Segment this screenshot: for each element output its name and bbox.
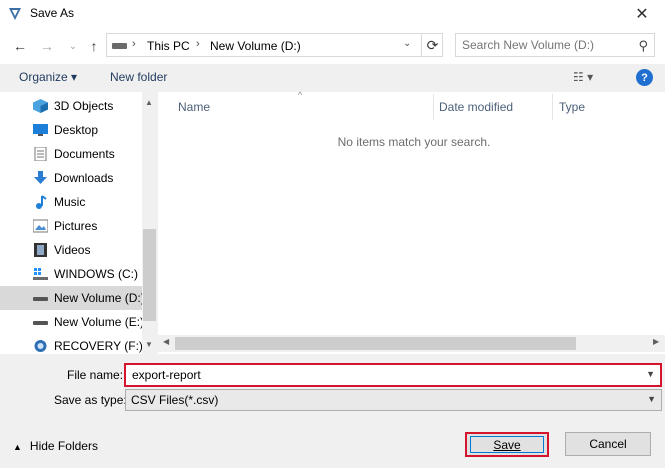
organize-button[interactable]: Organize ▾ <box>19 70 77 84</box>
sidebar-item-3d-objects[interactable]: 3D Objects <box>0 94 142 118</box>
sidebar-item-documents[interactable]: Documents <box>0 142 142 166</box>
address-bar[interactable]: › This PC › New Volume (D:) ⌄ <box>106 33 443 57</box>
desktop-icon <box>33 124 48 136</box>
scrollbar-thumb[interactable] <box>175 337 576 350</box>
file-list: ^ Name Date modified Type No items match… <box>158 90 665 354</box>
recovery-drive-icon <box>34 340 47 352</box>
recent-locations-button[interactable]: ⌄ <box>63 37 83 55</box>
sidebar-item-windows-c[interactable]: WINDOWS (C:) <box>0 262 142 286</box>
search-input[interactable] <box>462 37 628 53</box>
navigation-pane-scrollbar[interactable]: ▲ ▼ <box>142 92 157 354</box>
close-icon: ✕ <box>635 6 649 23</box>
scroll-up-icon[interactable]: ▲ <box>145 98 153 107</box>
breadcrumb-new-volume-d[interactable]: New Volume (D:) <box>210 39 301 53</box>
column-divider[interactable] <box>552 94 553 120</box>
save-button[interactable]: Save <box>465 432 549 457</box>
back-arrow-icon: ← <box>13 38 27 54</box>
sidebar-item-label: Music <box>54 195 86 209</box>
close-button[interactable]: ✕ <box>619 0 665 28</box>
app-icon <box>9 8 21 20</box>
sidebar-item-label: WINDOWS (C:) <box>54 267 138 281</box>
up-button[interactable]: ↑ <box>84 37 104 55</box>
music-icon <box>36 195 47 209</box>
save-as-type-select[interactable]: CSV Files(*.csv) ▼ <box>125 389 662 411</box>
sidebar-item-label: Documents <box>54 147 115 161</box>
breadcrumb-separator-icon: › <box>196 38 200 50</box>
documents-icon <box>34 147 47 161</box>
column-header-date-modified[interactable]: Date modified <box>439 100 513 114</box>
scrollbar-thumb[interactable] <box>143 229 156 321</box>
chevron-down-icon[interactable]: ▼ <box>646 369 655 379</box>
sidebar-item-label: Downloads <box>54 171 114 185</box>
file-name-input[interactable] <box>132 368 622 382</box>
sidebar-item-new-volume-e[interactable]: New Volume (E:) <box>0 310 142 334</box>
sidebar-item-label: Pictures <box>54 219 98 233</box>
forward-arrow-icon: → <box>40 38 54 54</box>
sidebar-item-downloads[interactable]: Downloads <box>0 166 142 190</box>
navigation-bar: ← → ⌄ ↑ › This PC › New Volume (D:) ⌄ ⟳ … <box>0 28 665 64</box>
sidebar-item-music[interactable]: Music <box>0 190 142 214</box>
breadcrumb-this-pc[interactable]: This PC <box>147 39 190 53</box>
up-arrow-icon: ↑ <box>90 38 98 54</box>
sidebar-item-recovery-f[interactable]: RECOVERY (F:) <box>0 334 142 354</box>
pictures-icon <box>33 219 48 233</box>
search-box[interactable]: ⚲ <box>455 33 655 57</box>
hide-folders-button[interactable]: ▲ Hide Folders <box>13 439 98 453</box>
sidebar-item-pictures[interactable]: Pictures <box>0 214 142 238</box>
empty-state-message: No items match your search. <box>337 135 491 149</box>
sidebar-item-label: Videos <box>54 243 91 257</box>
windows-drive-icon <box>33 268 48 280</box>
file-name-label: File name: <box>67 368 124 382</box>
column-header-name[interactable]: Name <box>178 100 210 114</box>
scroll-right-icon[interactable]: ▶ <box>653 337 659 346</box>
drive-icon <box>33 297 48 301</box>
drive-icon <box>33 321 48 325</box>
file-list-horizontal-scrollbar[interactable]: ◀ ▶ <box>158 335 665 352</box>
help-icon[interactable]: ? <box>636 69 653 86</box>
chevron-up-icon: ▲ <box>13 442 22 452</box>
address-dropdown-icon[interactable]: ⌄ <box>403 38 411 49</box>
back-button[interactable]: ← <box>10 37 30 55</box>
navigation-pane: 3D Objects Desktop Documents Downloads M… <box>0 92 142 354</box>
downloads-icon <box>34 171 47 184</box>
videos-icon <box>34 243 47 257</box>
hide-folders-label: Hide Folders <box>29 439 98 453</box>
cancel-button[interactable]: Cancel <box>565 432 651 456</box>
sort-caret-icon: ^ <box>298 90 303 100</box>
forward-button[interactable]: → <box>37 37 57 55</box>
save-button-label: Save <box>470 436 544 453</box>
cancel-button-label: Cancel <box>589 437 627 451</box>
sidebar-item-label: Desktop <box>54 123 99 137</box>
new-folder-button[interactable]: New folder <box>110 70 167 84</box>
column-header-type[interactable]: Type <box>559 100 585 114</box>
window-title: Save As <box>30 6 75 20</box>
drive-icon <box>112 43 127 49</box>
search-icon[interactable]: ⚲ <box>638 38 648 54</box>
sidebar-item-label: New Volume (E:) <box>54 315 142 329</box>
save-as-type-value: CSV Files(*.csv) <box>131 393 219 407</box>
breadcrumb-separator-icon: › <box>132 38 136 50</box>
refresh-icon: ⟳ <box>426 36 439 53</box>
scroll-down-icon[interactable]: ▼ <box>145 340 153 349</box>
file-name-field[interactable]: ▼ <box>124 363 662 387</box>
save-as-type-label: Save as type: <box>54 393 127 407</box>
sidebar-item-videos[interactable]: Videos <box>0 238 142 262</box>
chevron-down-icon[interactable]: ▼ <box>647 394 656 404</box>
command-toolbar: Organize ▾ New folder ☷ ▾ ? <box>0 64 665 92</box>
column-divider[interactable] <box>433 94 434 120</box>
scroll-left-icon[interactable]: ◀ <box>163 337 169 346</box>
chevron-down-icon: ⌄ <box>68 40 78 52</box>
refresh-button[interactable]: ⟳ <box>421 33 443 57</box>
sidebar-item-new-volume-d[interactable]: New Volume (D:) <box>0 286 142 310</box>
change-view-button[interactable]: ☷ ▾ <box>573 70 593 84</box>
3d-objects-icon <box>33 99 48 113</box>
sidebar-item-label: RECOVERY (F:) <box>54 339 142 353</box>
title-bar: Save As ✕ <box>0 0 665 28</box>
sidebar-item-label: New Volume (D:) <box>54 291 142 305</box>
sidebar-item-desktop[interactable]: Desktop <box>0 118 142 142</box>
sidebar-item-label: 3D Objects <box>54 99 114 113</box>
